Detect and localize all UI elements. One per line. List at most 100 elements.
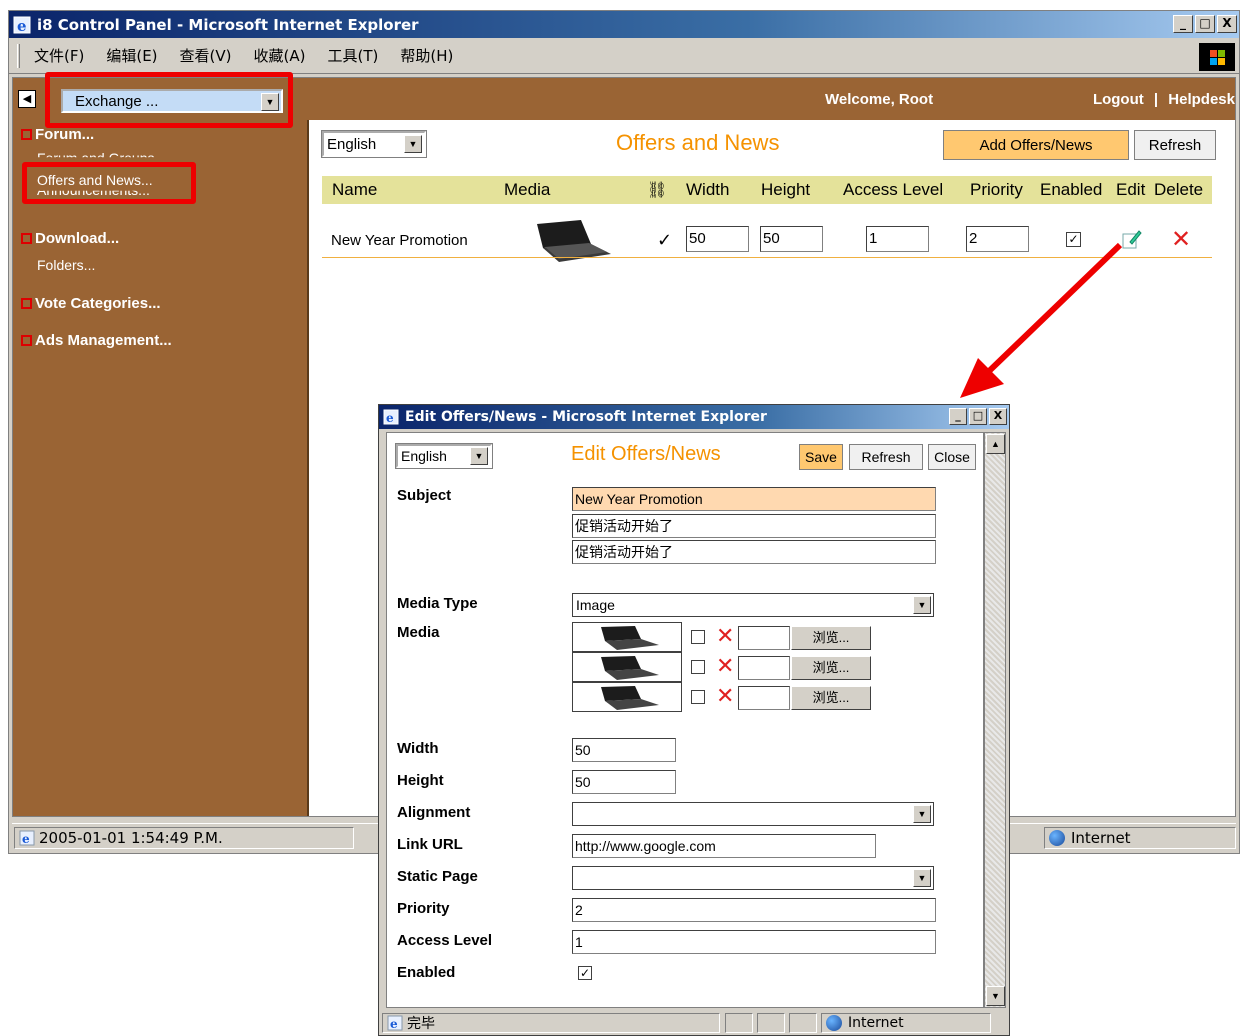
main-window-title: i8 Control Panel - Microsoft Internet Ex… [37,15,419,34]
height-input[interactable]: 50 [572,770,676,794]
menu-view[interactable]: 查看(V) [180,45,232,66]
row-enabled-checkbox[interactable]: ✓ [1066,232,1081,247]
popup-language-select[interactable]: English ▼ [395,443,493,469]
scroll-up-icon[interactable]: ▲ [986,434,1005,454]
page-icon: e [19,830,35,846]
width-input[interactable]: 50 [572,738,676,762]
svg-text:e: e [386,411,394,425]
sidebar-section-label: Download... [35,230,120,247]
laptop-thumbnail-image [529,216,613,269]
popup-minimize-button[interactable]: _ [949,408,967,425]
media-2-checkbox[interactable] [691,660,705,674]
static-page-select[interactable]: ▼ [572,866,934,890]
chevron-down-icon[interactable]: ▼ [913,596,931,614]
chevron-down-icon[interactable]: ▼ [470,447,488,465]
row-priority-input[interactable]: 2 [966,226,1029,252]
refresh-button[interactable]: Refresh [1134,130,1216,160]
row-divider [322,257,1212,258]
link-url-input[interactable]: http://www.google.com [572,834,876,858]
media-2-file-input[interactable] [738,656,790,680]
sidebar-section-download[interactable]: Download... [21,230,119,247]
popup-status-cell: e 完毕 [382,1013,720,1033]
menu-favorites[interactable]: 收藏(A) [254,45,306,66]
top-links: Logout | Helpdesk [1093,91,1235,108]
column-header-width: Width [686,180,730,199]
sidebar-section-label: Vote Categories... [35,295,161,312]
media-3-file-input[interactable] [738,686,790,710]
svg-text:e: e [17,17,27,34]
media-3-delete-icon[interactable]: ✕ [716,685,734,707]
menu-edit[interactable]: 编辑(E) [106,45,157,66]
menu-help[interactable]: 帮助(H) [400,45,453,66]
delete-icon[interactable]: ✕ [1171,228,1191,252]
menu-tools[interactable]: 工具(T) [327,45,378,66]
logout-link[interactable]: Logout [1093,91,1144,108]
media-thumbnail-2 [572,652,682,682]
column-header-enabled: Enabled [1040,180,1103,199]
close-button[interactable]: X [1217,15,1237,33]
square-bullet-icon [21,335,32,346]
label-priority: Priority [397,900,450,917]
label-alignment: Alignment [397,804,471,821]
enabled-checkbox[interactable]: ✓ [578,966,592,980]
popup-status-text: 完毕 [407,1016,435,1032]
label-link-url: Link URL [397,836,463,853]
square-bullet-icon [21,298,32,309]
minimize-button[interactable]: _ [1173,15,1193,33]
language-select[interactable]: English ▼ [321,130,427,158]
page-title: Offers and News [616,130,780,155]
popup-refresh-button[interactable]: Refresh [849,444,923,470]
column-header-height: Height [761,180,811,199]
chevron-down-icon[interactable]: ▼ [404,135,422,153]
media-1-delete-icon[interactable]: ✕ [716,625,734,647]
sidebar-section-vote[interactable]: Vote Categories... [21,295,161,312]
chevron-down-icon[interactable]: ▼ [913,805,931,823]
media-1-browse-button[interactable]: 浏览... [791,626,871,650]
status-text: 2005-01-01 1:54:49 P.M. [39,829,223,847]
svg-text:e: e [22,832,30,846]
sidebar-item-folders[interactable]: Folders... [37,257,95,273]
scroll-down-icon[interactable]: ▼ [986,986,1005,1006]
label-media-type: Media Type [397,595,478,612]
add-offers-news-button[interactable]: Add Offers/News [943,130,1129,160]
chevron-down-icon[interactable]: ▼ [913,869,931,887]
popup-maximize-button[interactable]: □ [969,408,987,425]
helpdesk-link[interactable]: Helpdesk [1168,91,1235,108]
media-2-browse-button[interactable]: 浏览... [791,656,871,680]
media-3-browse-button[interactable]: 浏览... [791,686,871,710]
media-1-file-input[interactable] [738,626,790,650]
subject-zh2-input[interactable]: 促销活动开始了 [572,540,936,564]
highlight-box-offers [22,162,196,204]
laptop-thumbnail-image [601,656,659,680]
menu-file[interactable]: 文件(F) [34,45,84,66]
sidebar-section-forum[interactable]: Forum... [21,126,94,143]
popup-close-button[interactable]: X [989,408,1007,425]
row-access-level-input[interactable]: 1 [866,226,929,252]
access-level-input[interactable]: 1 [572,930,936,954]
save-button[interactable]: Save [799,444,843,470]
media-1-checkbox[interactable] [691,630,705,644]
zone-text: Internet [1071,829,1131,847]
edit-popup-window: e Edit Offers/News - Microsoft Internet … [378,404,1010,1036]
popup-scrollbar[interactable]: ▲ ▼ [984,432,1006,1008]
globe-icon [826,1015,842,1031]
media-type-select[interactable]: Image ▼ [572,593,934,617]
label-subject: Subject [397,487,452,504]
subject-en-input[interactable]: New Year Promotion [572,487,936,511]
label-enabled: Enabled [397,964,456,981]
priority-input[interactable]: 2 [572,898,936,922]
row-width-input[interactable]: 50 [686,226,749,252]
popup-zone-cell: Internet [821,1013,991,1033]
sidebar-section-ads[interactable]: Ads Management... [21,332,172,349]
column-header-media: Media [504,180,551,199]
subject-zh1-input[interactable]: 促销活动开始了 [572,514,936,538]
media-3-checkbox[interactable] [691,690,705,704]
maximize-button[interactable]: □ [1195,15,1215,33]
popup-close-form-button[interactable]: Close [928,444,976,470]
menu-bar: 文件(F) 编辑(E) 查看(V) 收藏(A) 工具(T) 帮助(H) [9,38,1239,74]
collapse-left-icon[interactable]: ◀ [18,90,36,108]
alignment-select[interactable]: ▼ [572,802,934,826]
media-2-delete-icon[interactable]: ✕ [716,655,734,677]
edit-icon[interactable] [1121,228,1143,253]
row-height-input[interactable]: 50 [760,226,823,252]
